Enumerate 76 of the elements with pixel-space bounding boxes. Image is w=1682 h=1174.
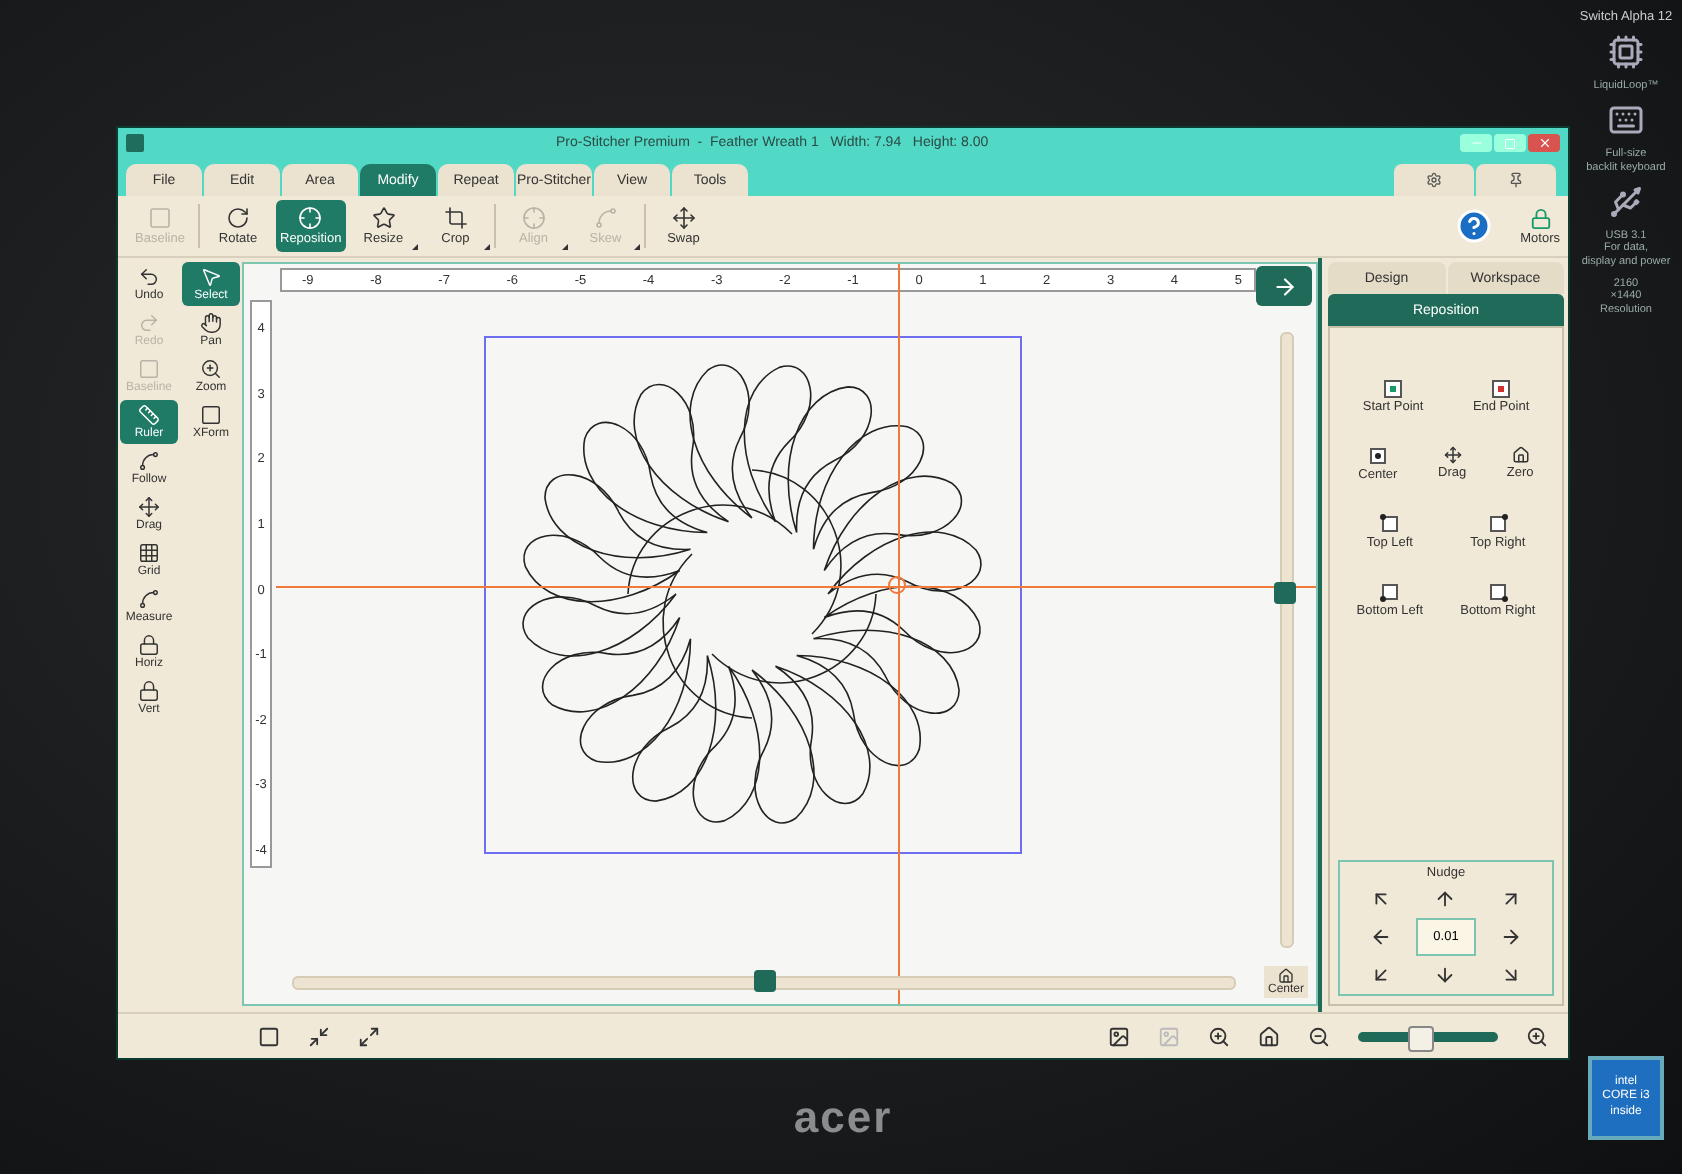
arrow-down-right-icon [1500, 964, 1523, 986]
app-logo-icon [126, 134, 144, 152]
curve-icon [138, 588, 160, 610]
crosshair-icon [521, 206, 546, 230]
slider-thumb[interactable] [1408, 1025, 1435, 1051]
usb-icon [1608, 183, 1644, 220]
home-icon[interactable] [1258, 1025, 1280, 1047]
baseline-icon [138, 358, 160, 380]
undo-icon [138, 266, 160, 288]
target-icon [888, 576, 906, 594]
corner-icon [1487, 582, 1508, 602]
maximize-icon [1504, 137, 1516, 149]
arrow-right-icon [1271, 273, 1297, 299]
zoom-icon [200, 358, 222, 380]
home-icon [1277, 968, 1294, 984]
arrow-down-left-icon [1369, 964, 1392, 986]
square-icon [200, 404, 222, 426]
arrow-right-icon [1500, 926, 1523, 948]
arrow-up-right-icon [1500, 888, 1523, 910]
corner-icon [1379, 582, 1400, 602]
lock-icon [138, 634, 160, 656]
nudge-button[interactable] [1500, 888, 1523, 910]
pin-icon [1508, 172, 1524, 188]
move-icon [671, 206, 696, 230]
corner-icon [1367, 446, 1388, 466]
cursor-icon [200, 266, 222, 288]
point-icon [1384, 380, 1403, 398]
arrow-left-icon [1369, 926, 1392, 948]
slider-thumb[interactable] [1273, 581, 1295, 604]
lock-icon [138, 680, 160, 702]
nudge-button[interactable] [1500, 964, 1523, 986]
nudge-button[interactable] [1369, 964, 1392, 986]
minimize-icon [1469, 136, 1483, 150]
cpu-icon [1608, 34, 1644, 70]
zoom-icon[interactable] [1208, 1025, 1230, 1047]
star-icon [371, 206, 396, 230]
select-box-icon[interactable] [258, 1025, 280, 1047]
settings-button[interactable] [1394, 164, 1474, 196]
close-button[interactable] [1528, 134, 1560, 152]
corner-icon [1487, 514, 1508, 534]
grid-icon [138, 542, 160, 564]
nudge-button[interactable] [1369, 888, 1392, 910]
zoom-in-icon[interactable] [1526, 1025, 1548, 1047]
nudge-button[interactable] [1500, 926, 1523, 948]
move-icon [1443, 446, 1462, 464]
close-icon [1537, 136, 1551, 150]
arrow-up-icon [1434, 888, 1457, 910]
settings-icon [1426, 172, 1442, 188]
slider-thumb[interactable] [754, 969, 776, 991]
ruler-icon [138, 404, 160, 426]
expand-arrow-icon[interactable] [358, 1025, 380, 1047]
move-icon [138, 496, 160, 518]
keyboard-icon [1608, 102, 1644, 139]
arrow-up-left-icon [1369, 888, 1392, 910]
image-icon[interactable] [1108, 1025, 1130, 1047]
arrow-down-icon [1434, 964, 1457, 986]
crop-icon [443, 206, 468, 230]
baseline-icon [148, 206, 172, 230]
curve-icon [593, 206, 618, 230]
crosshair-icon [298, 206, 323, 230]
zoom-out-icon[interactable] [1308, 1025, 1330, 1047]
redo-icon [138, 312, 160, 334]
curve-icon [138, 450, 160, 472]
brand-logo: acer [793, 1091, 893, 1143]
shrink-arrow-icon[interactable] [308, 1025, 330, 1047]
lock-icon [1529, 207, 1552, 229]
help-icon[interactable] [1456, 208, 1493, 244]
hand-icon [200, 312, 222, 334]
nudge-button[interactable] [1434, 964, 1457, 986]
nudge-button[interactable] [1369, 926, 1392, 948]
home-icon [1511, 446, 1530, 464]
nudge-button[interactable] [1434, 888, 1457, 910]
point-icon [1492, 380, 1511, 398]
arrow-right-button[interactable] [1256, 266, 1312, 306]
corner-icon [1379, 514, 1400, 534]
rotate-icon [226, 206, 250, 230]
